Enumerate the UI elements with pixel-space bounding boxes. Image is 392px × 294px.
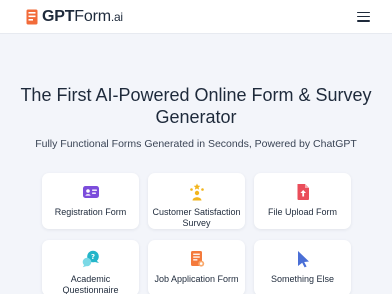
logo-text: GPTForm.ai xyxy=(42,7,123,25)
registration-form-card[interactable]: Registration Form xyxy=(42,173,139,229)
academic-questionnaire-card[interactable]: ? Academic Questionnaire xyxy=(42,240,139,294)
chat-bubbles-icon: ? xyxy=(82,250,99,268)
card-label: Registration Form xyxy=(54,207,127,217)
card-label: Job Application Form xyxy=(154,274,239,284)
form-logo-icon xyxy=(26,9,38,24)
card-label: Academic Questionnaire xyxy=(62,274,119,294)
cursor-pointer-icon xyxy=(297,251,309,268)
something-else-card[interactable]: Something Else xyxy=(254,240,351,294)
site-header: GPTForm.ai xyxy=(0,0,392,34)
document-stamp-icon xyxy=(190,251,204,267)
logo[interactable]: GPTForm.ai xyxy=(26,7,123,25)
file-upload-form-card[interactable]: File Upload Form xyxy=(254,173,351,229)
users-rating-icon xyxy=(189,183,204,201)
card-label: File Upload Form xyxy=(267,207,338,217)
card-label: Something Else xyxy=(270,274,335,284)
hamburger-menu-icon[interactable] xyxy=(357,11,370,22)
file-upload-icon xyxy=(297,184,309,200)
page-subtitle: Fully Functional Forms Generated in Seco… xyxy=(35,138,357,150)
card-label: Customer Satisfaction Survey xyxy=(152,207,241,228)
page-title: The First AI-Powered Online Form & Surve… xyxy=(20,85,372,127)
customer-satisfaction-survey-card[interactable]: Customer Satisfaction Survey xyxy=(148,173,245,229)
svg-text:?: ? xyxy=(90,253,94,261)
job-application-form-card[interactable]: Job Application Form xyxy=(148,240,245,294)
id-card-icon xyxy=(82,186,99,198)
